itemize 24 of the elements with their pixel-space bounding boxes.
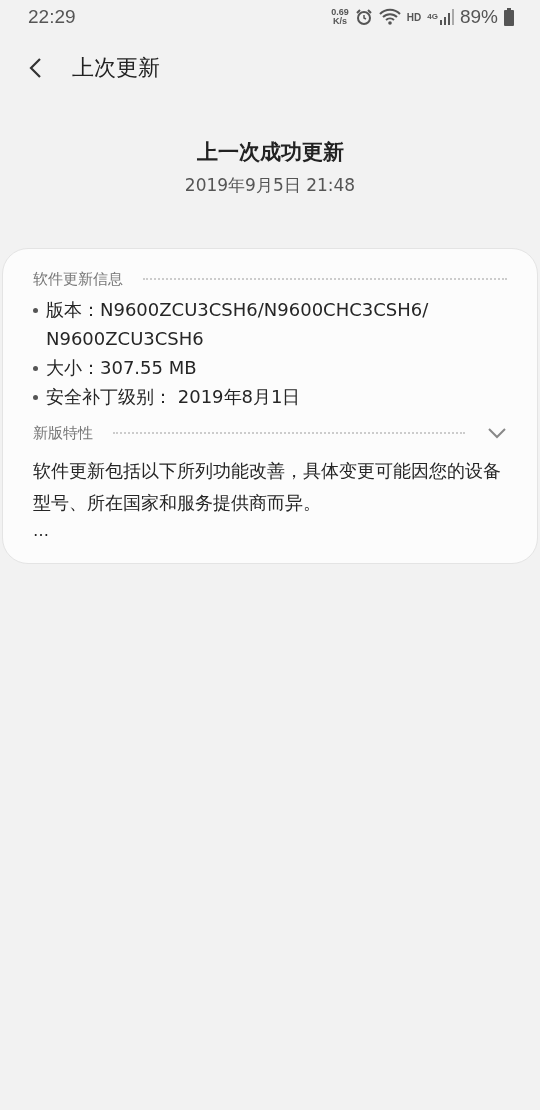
network-type: 4G (427, 12, 438, 21)
bullet-dot (33, 366, 38, 371)
update-date: 2019年9月5日 21:48 (184, 174, 356, 197)
clock-time: 22:29 (28, 6, 76, 28)
info-item: 安全补丁级别： 2019年8月1日 (46, 385, 301, 409)
back-icon (28, 57, 44, 79)
info-item: 大小：307.55 MB (46, 356, 197, 380)
info-item: 版本：N9600ZCU3CSH6/N9600CHC3CSH6/ N9600ZCU3CSH6 (46, 298, 430, 351)
signal-icon (439, 9, 454, 25)
alarm-icon (354, 8, 373, 26)
feature-description: 软件更新包括以下所列功能改善，具体变更可能因您的设备型号、所在国家和服务提供商而异。 (33, 459, 502, 515)
update-status-title: 上一次成功更新 (196, 139, 344, 166)
hd-label: HD (406, 11, 422, 23)
section-title: 软件更新信息 (33, 269, 123, 289)
network-speed: 0.69 K/s (331, 8, 349, 26)
wifi-icon (378, 8, 401, 26)
battery-icon (504, 8, 514, 26)
bullet-dot (33, 308, 38, 313)
section-title: 新版特性 (33, 423, 93, 443)
bullet-dot (33, 395, 38, 400)
chevron-icon[interactable] (487, 427, 507, 439)
battery-percent: 89% (459, 6, 498, 28)
page-title: 上次更新 (72, 54, 160, 82)
more-ellipsis: … (33, 520, 50, 542)
